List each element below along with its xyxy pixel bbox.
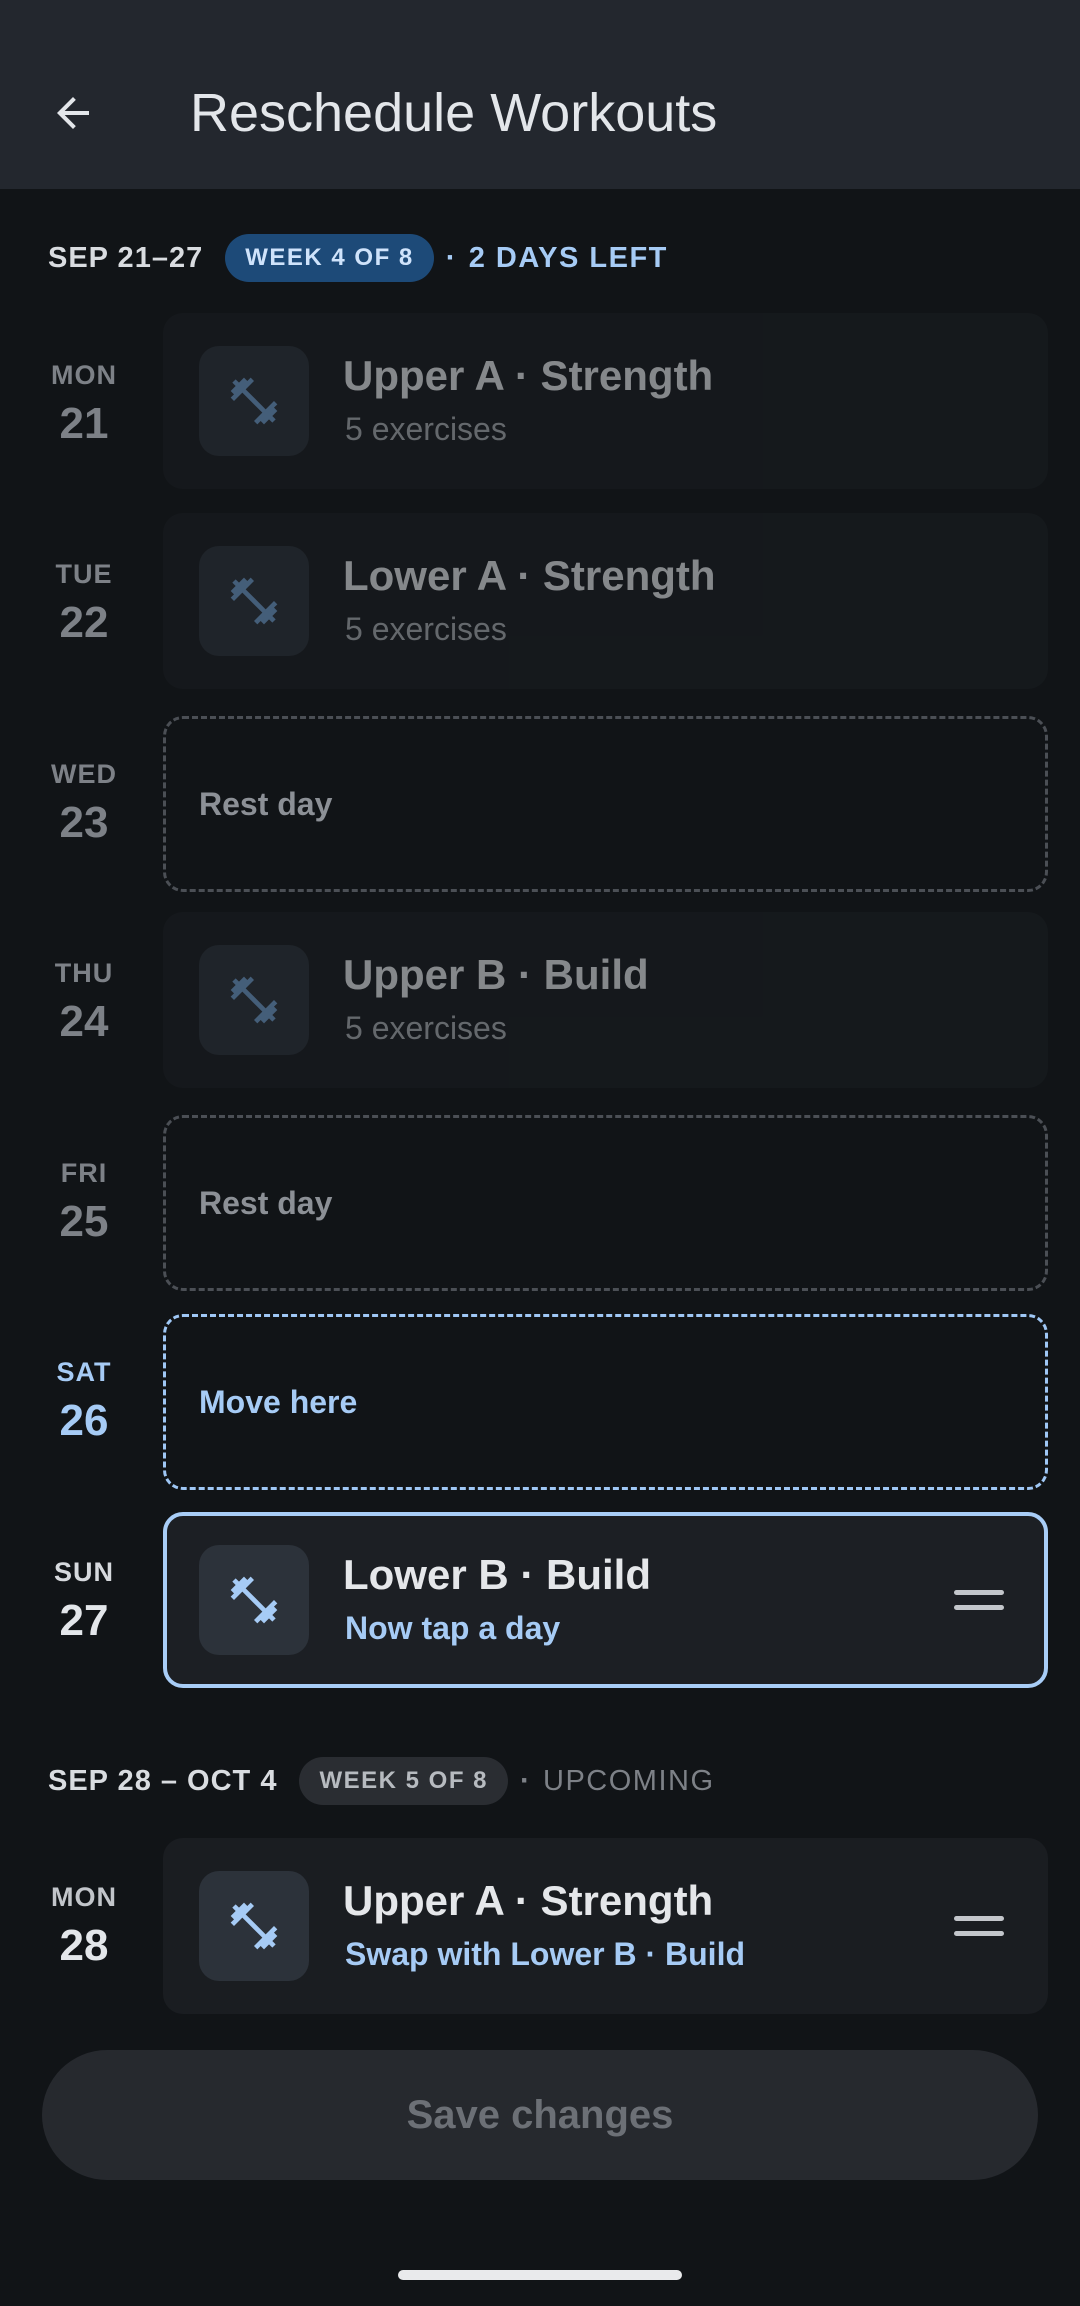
workout-card[interactable]: Upper A · Strength 5 exercises: [163, 313, 1048, 489]
week-chip: WEEK 4 OF 8: [225, 234, 434, 282]
day-label: SAT 26: [40, 1355, 128, 1447]
week-range: SEP 21–27: [48, 241, 204, 274]
day-number: 25: [59, 1197, 109, 1246]
workout-title: Lower B · Build: [343, 1551, 651, 1598]
day-number: 27: [59, 1596, 109, 1645]
day-label: SUN 27: [40, 1555, 128, 1647]
day-number: 23: [59, 798, 109, 847]
day-number: 22: [59, 598, 109, 647]
page-title: Reschedule Workouts: [190, 83, 718, 143]
workout-subtitle: 5 exercises: [345, 1010, 507, 1046]
move-here-label: Move here: [199, 1383, 358, 1420]
dumbbell-icon: [199, 1545, 309, 1655]
dumbbell-icon: [199, 945, 309, 1055]
workout-hint: Now tap a day: [345, 1610, 561, 1646]
day-label: TUE 22: [40, 557, 128, 649]
move-here-target[interactable]: Move here: [163, 1314, 1048, 1490]
workout-title: Upper B · Build: [343, 951, 649, 998]
week-header: SEP 21–27 WEEK 4 OF 8 · 2 DAYS LEFT: [48, 233, 668, 283]
week-status: UPCOMING: [543, 1764, 715, 1797]
week-range: SEP 28 – OCT 4: [48, 1764, 278, 1797]
selected-workout-card[interactable]: Lower B · Build Now tap a day: [163, 1512, 1048, 1688]
day-name: SUN: [53, 1557, 114, 1587]
day-label: FRI 25: [40, 1156, 128, 1248]
workout-title: Upper A · Strength: [343, 1877, 714, 1924]
drag-handle-icon[interactable]: [954, 1516, 1004, 1684]
save-changes-button[interactable]: Save changes: [42, 2050, 1038, 2180]
dumbbell-icon: [199, 1871, 309, 1981]
day-label: MON 21: [40, 358, 128, 450]
workout-subtitle: 5 exercises: [345, 611, 507, 647]
week-separator: ·: [520, 1764, 531, 1797]
day-name: MON: [51, 1882, 117, 1912]
arrow-left-icon: [57, 97, 89, 129]
drag-handle-icon[interactable]: [954, 1838, 1004, 2014]
day-number: 21: [59, 399, 109, 448]
workout-card[interactable]: Lower A · Strength 5 exercises: [163, 513, 1048, 689]
week-status: 2 DAYS LEFT: [468, 241, 668, 274]
day-label: THU 24: [40, 956, 128, 1048]
day-number: 24: [59, 997, 109, 1046]
week-chip: WEEK 5 OF 8: [299, 1757, 508, 1805]
day-name: FRI: [60, 1158, 108, 1188]
workout-title: Lower A · Strength: [343, 552, 716, 599]
day-label: MON 28: [40, 1880, 128, 1972]
day-name: TUE: [55, 559, 113, 589]
rest-day-label: Rest day: [199, 1184, 333, 1221]
rest-day-label: Rest day: [199, 785, 333, 822]
dumbbell-icon: [199, 346, 309, 456]
back-button[interactable]: [38, 78, 108, 148]
workout-subtitle: 5 exercises: [345, 411, 507, 447]
app-bar: Reschedule Workouts: [0, 0, 1080, 189]
day-number: 28: [59, 1921, 109, 1970]
week-header: SEP 28 – OCT 4 WEEK 5 OF 8 · UPCOMING: [48, 1756, 715, 1806]
workout-hint: Swap with Lower B · Build: [345, 1936, 745, 1972]
workout-card[interactable]: Upper B · Build 5 exercises: [163, 912, 1048, 1088]
swap-workout-card[interactable]: Upper A · Strength Swap with Lower B · B…: [163, 1838, 1048, 2014]
day-label: WED 23: [40, 757, 128, 849]
day-number: 26: [59, 1396, 109, 1445]
day-name: MON: [51, 360, 117, 390]
dumbbell-icon: [199, 546, 309, 656]
rest-day-slot[interactable]: Rest day: [163, 716, 1048, 892]
day-name: WED: [51, 759, 117, 789]
workout-title: Upper A · Strength: [343, 352, 714, 399]
week-separator: ·: [445, 241, 457, 274]
rest-day-slot[interactable]: Rest day: [163, 1115, 1048, 1291]
day-name: THU: [54, 958, 114, 988]
day-name: SAT: [56, 1357, 112, 1387]
home-indicator[interactable]: [398, 2270, 682, 2280]
